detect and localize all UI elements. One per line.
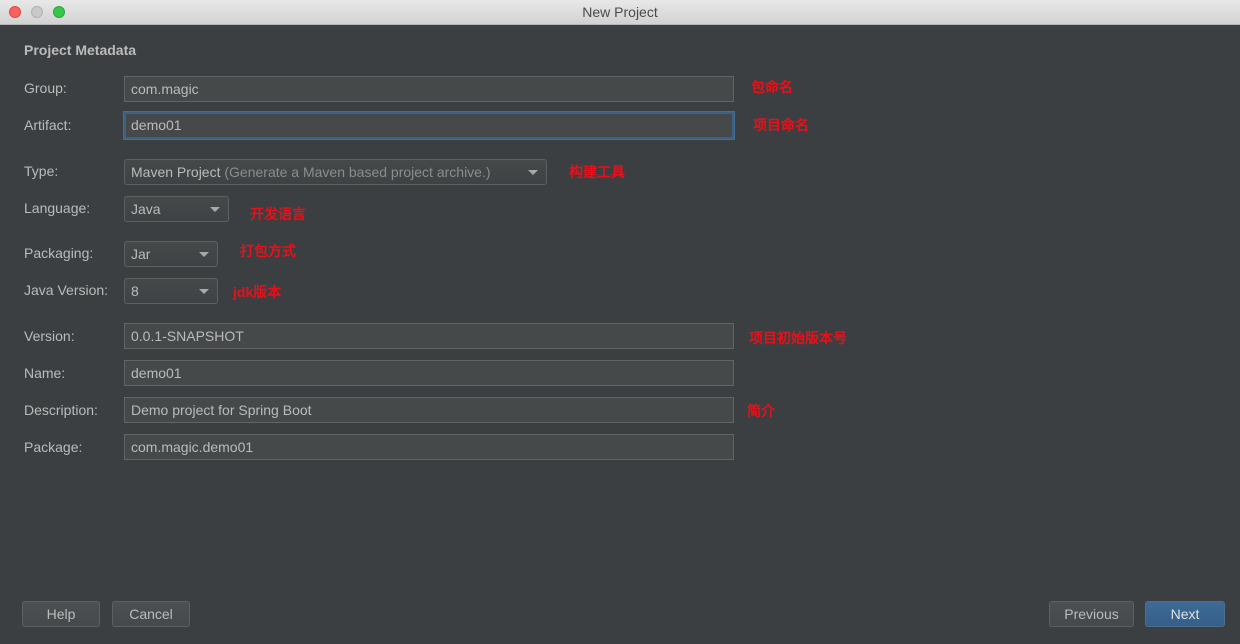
- artifact-label: Artifact:: [24, 117, 72, 133]
- description-label: Description:: [24, 402, 98, 418]
- chevron-down-icon: [199, 252, 209, 257]
- artifact-input[interactable]: demo01: [124, 112, 734, 139]
- language-value: Java: [131, 201, 161, 217]
- group-label: Group:: [24, 80, 67, 96]
- chevron-down-icon: [210, 207, 220, 212]
- type-annotation: 构建工具: [569, 164, 625, 180]
- package-label: Package:: [24, 439, 83, 455]
- help-button[interactable]: Help: [22, 601, 100, 627]
- packaging-label: Packaging:: [24, 245, 94, 261]
- group-annotation: 包命名: [751, 79, 793, 95]
- artifact-annotation: 项目命名: [753, 117, 809, 133]
- java-version-annotation: jdk版本: [233, 284, 282, 300]
- description-input[interactable]: Demo project for Spring Boot: [124, 397, 734, 423]
- window-title: New Project: [582, 4, 658, 20]
- description-annotation: 简介: [747, 403, 775, 419]
- type-dropdown[interactable]: Maven Project (Generate a Maven based pr…: [124, 159, 547, 185]
- next-button[interactable]: Next: [1145, 601, 1225, 627]
- section-title: Project Metadata: [24, 42, 137, 58]
- packaging-dropdown[interactable]: Jar: [124, 241, 218, 267]
- version-annotation: 项目初始版本号: [749, 330, 847, 346]
- language-label: Language:: [24, 200, 91, 216]
- package-input[interactable]: com.magic.demo01: [124, 434, 734, 460]
- chevron-down-icon: [199, 289, 209, 294]
- packaging-annotation: 打包方式: [240, 243, 296, 259]
- type-label: Type:: [24, 163, 59, 179]
- previous-button[interactable]: Previous: [1049, 601, 1134, 627]
- language-annotation: 开发语言: [250, 206, 306, 222]
- name-label: Name:: [24, 365, 66, 381]
- language-dropdown[interactable]: Java: [124, 196, 229, 222]
- java-version-value: 8: [131, 283, 139, 299]
- type-value: Maven Project: [131, 164, 221, 180]
- chevron-down-icon: [528, 170, 538, 175]
- type-hint: (Generate a Maven based project archive.…: [224, 164, 491, 180]
- group-input[interactable]: com.magic: [124, 76, 734, 102]
- version-label: Version:: [24, 328, 75, 344]
- title-bar: New Project: [0, 0, 1240, 25]
- java-version-label: Java Version:: [24, 282, 109, 298]
- name-input[interactable]: demo01: [124, 360, 734, 386]
- cancel-button[interactable]: Cancel: [112, 601, 190, 627]
- java-version-dropdown[interactable]: 8: [124, 278, 218, 304]
- version-input[interactable]: 0.0.1-SNAPSHOT: [124, 323, 734, 349]
- packaging-value: Jar: [131, 246, 151, 262]
